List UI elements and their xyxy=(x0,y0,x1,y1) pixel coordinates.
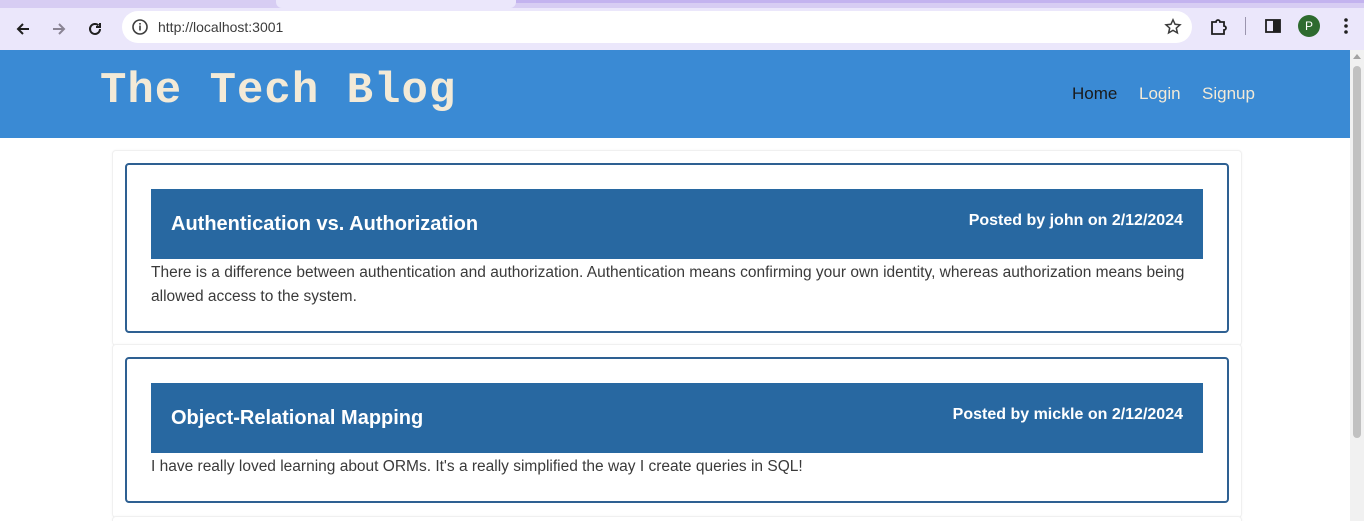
reload-icon xyxy=(89,22,101,35)
reload-button[interactable] xyxy=(82,16,108,42)
post-card[interactable]: Object-Relational Mapping Posted by mick… xyxy=(125,357,1229,503)
arrow-left-icon xyxy=(16,23,29,35)
site-title: The Tech Blog xyxy=(100,66,457,116)
post-title[interactable]: Object-Relational Mapping xyxy=(171,407,423,430)
scrollbar-thumb[interactable] xyxy=(1353,66,1361,438)
nav-login-link[interactable]: Login xyxy=(1139,84,1181,104)
star-icon[interactable] xyxy=(1164,18,1182,36)
back-button[interactable] xyxy=(10,16,36,42)
kebab-menu-icon[interactable] xyxy=(1336,16,1356,36)
forward-button[interactable] xyxy=(46,16,72,42)
tab-strip-edge xyxy=(516,0,1364,3)
vertical-scrollbar[interactable] xyxy=(1350,50,1364,521)
scroll-up-arrow-icon[interactable] xyxy=(1353,54,1361,59)
post-header: Authentication vs. Authorization Posted … xyxy=(151,189,1203,259)
info-icon[interactable] xyxy=(130,17,150,37)
active-tab[interactable] xyxy=(276,0,516,8)
tab-strip xyxy=(0,0,1364,8)
nav-home-link[interactable]: Home xyxy=(1072,84,1117,104)
page-viewport: The Tech Blog Home Login Signup Authenti… xyxy=(0,50,1350,521)
post-body: I have really loved learning about ORMs.… xyxy=(151,458,803,475)
nav-signup-link[interactable]: Signup xyxy=(1202,84,1255,104)
url-text[interactable]: http://localhost:3001 xyxy=(158,19,283,35)
post-card[interactable]: Authentication vs. Authorization Posted … xyxy=(125,163,1229,333)
post-author-date: Posted by mickle on 2/12/2024 xyxy=(952,406,1183,423)
toolbar-divider xyxy=(1245,17,1246,35)
browser-toolbar: http://localhost:3001 xyxy=(0,8,1364,50)
address-bar[interactable]: http://localhost:3001 xyxy=(122,11,1192,43)
post-title[interactable]: Authentication vs. Authorization xyxy=(171,213,478,236)
arrow-right-icon xyxy=(53,23,66,35)
post-header: Object-Relational Mapping Posted by mick… xyxy=(151,383,1203,453)
post-container: Authentication vs. Authorization Posted … xyxy=(112,150,1242,346)
side-panel-icon[interactable] xyxy=(1263,16,1283,36)
post-container-partial xyxy=(112,516,1242,521)
post-body: There is a difference between authentica… xyxy=(151,264,1185,305)
puzzle-icon[interactable] xyxy=(1208,15,1230,37)
browser-chrome: http://localhost:3001 P xyxy=(0,0,1364,50)
post-author-date: Posted by john on 2/12/2024 xyxy=(968,212,1183,229)
site-header: The Tech Blog Home Login Signup xyxy=(0,50,1350,138)
profile-avatar[interactable]: P xyxy=(1298,15,1320,37)
post-container: Object-Relational Mapping Posted by mick… xyxy=(112,344,1242,518)
